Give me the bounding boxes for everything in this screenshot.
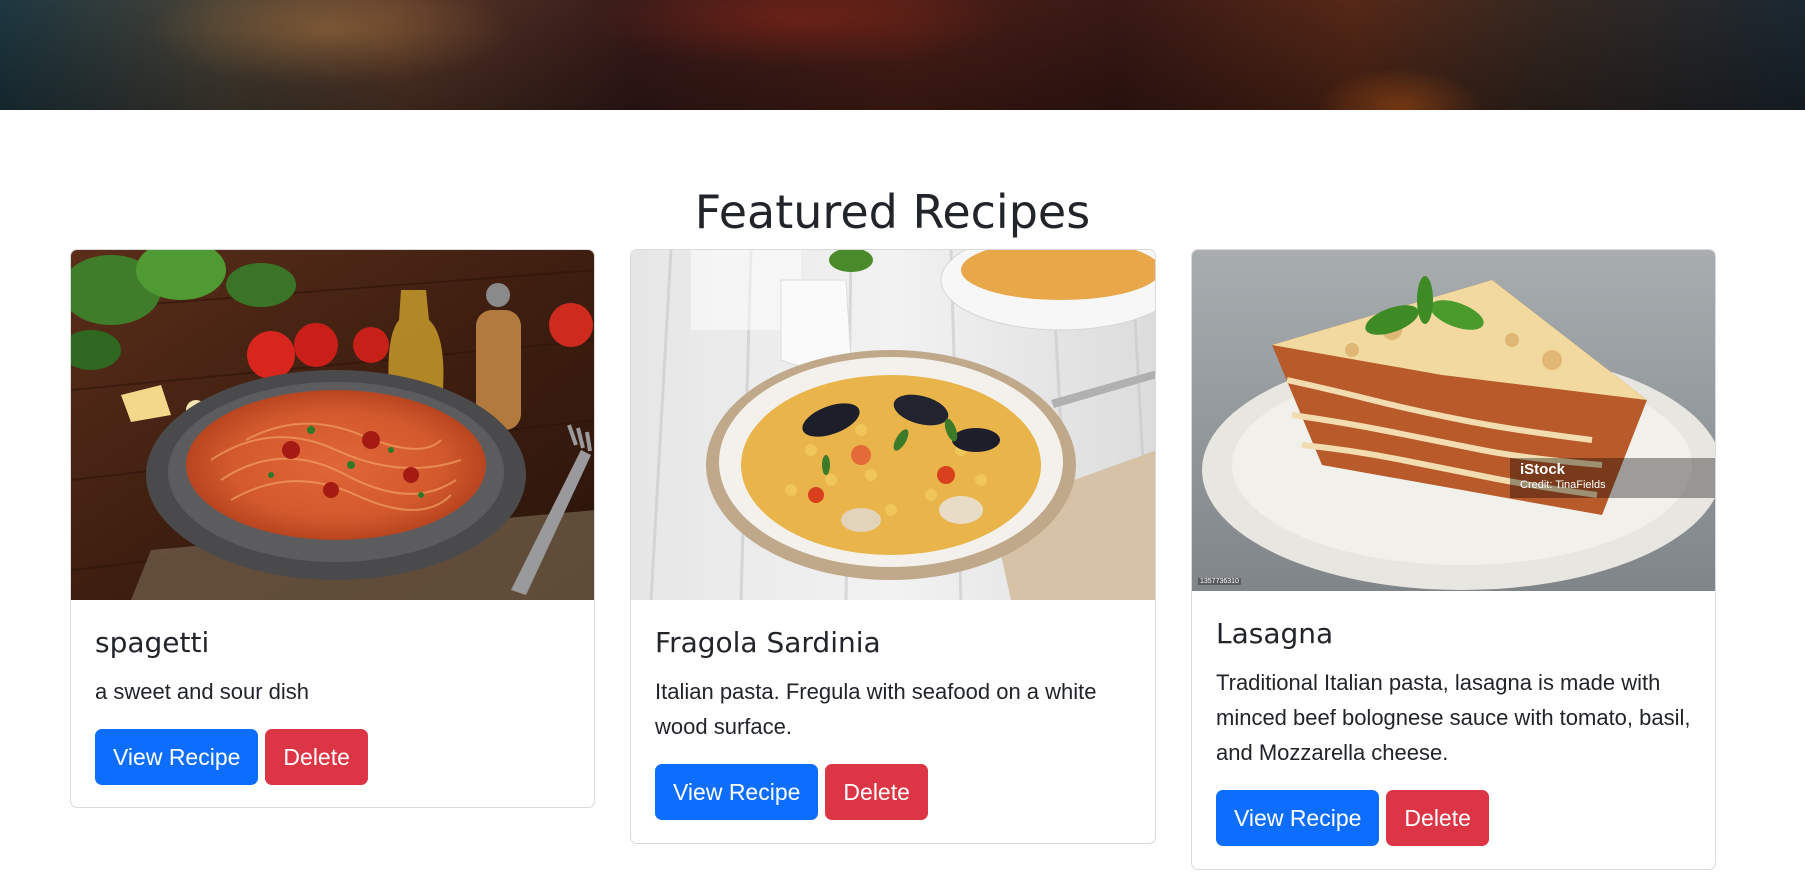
card-actions: View Recipe Delete	[655, 764, 1131, 820]
recipe-title: Fragola Sardinia	[655, 626, 881, 659]
card-actions: View Recipe Delete	[1216, 790, 1691, 846]
card-body: Fragola Sardinia Italian pasta. Fregula …	[631, 600, 1155, 843]
image-watermark: iStock Credit: TinaFields	[1510, 458, 1715, 498]
hero-banner-image	[0, 0, 1805, 110]
recipe-title: spagetti	[95, 626, 210, 659]
section-title: Featured Recipes	[694, 185, 1091, 239]
watermark-brand: iStock	[1520, 461, 1566, 478]
delete-recipe-button[interactable]: Delete	[1386, 790, 1489, 846]
card-actions: View Recipe Delete	[95, 729, 570, 785]
view-recipe-button[interactable]: View Recipe	[655, 764, 819, 820]
recipe-card: Fragola Sardinia Italian pasta. Fregula …	[630, 249, 1156, 844]
recipe-description: a sweet and sour dish	[95, 679, 310, 704]
delete-recipe-button[interactable]: Delete	[825, 764, 928, 820]
card-body: spagetti a sweet and sour dish View Reci…	[71, 600, 594, 807]
recipe-image-spaghetti	[71, 250, 594, 600]
recipe-image-fregola-sardinia	[631, 250, 1155, 600]
watermark-credit: Credit: TinaFields	[1520, 479, 1606, 491]
recipe-description: Traditional Italian pasta, lasagna is ma…	[1216, 670, 1691, 765]
recipe-card: spagetti a sweet and sour dish View Reci…	[70, 249, 595, 808]
recipe-description: Italian pasta. Fregula with seafood on a…	[655, 679, 1097, 739]
delete-recipe-button[interactable]: Delete	[265, 729, 368, 785]
recipe-title: Lasagna	[1216, 617, 1334, 650]
card-body: Lasagna Traditional Italian pasta, lasag…	[1192, 591, 1715, 869]
image-id: 1357736310	[1198, 578, 1241, 585]
recipe-card: iStock Credit: TinaFields 1357736310 Las…	[1191, 249, 1716, 870]
view-recipe-button[interactable]: View Recipe	[95, 729, 259, 785]
view-recipe-button[interactable]: View Recipe	[1216, 790, 1380, 846]
recipe-image-lasagna: iStock Credit: TinaFields 1357736310	[1192, 250, 1715, 591]
